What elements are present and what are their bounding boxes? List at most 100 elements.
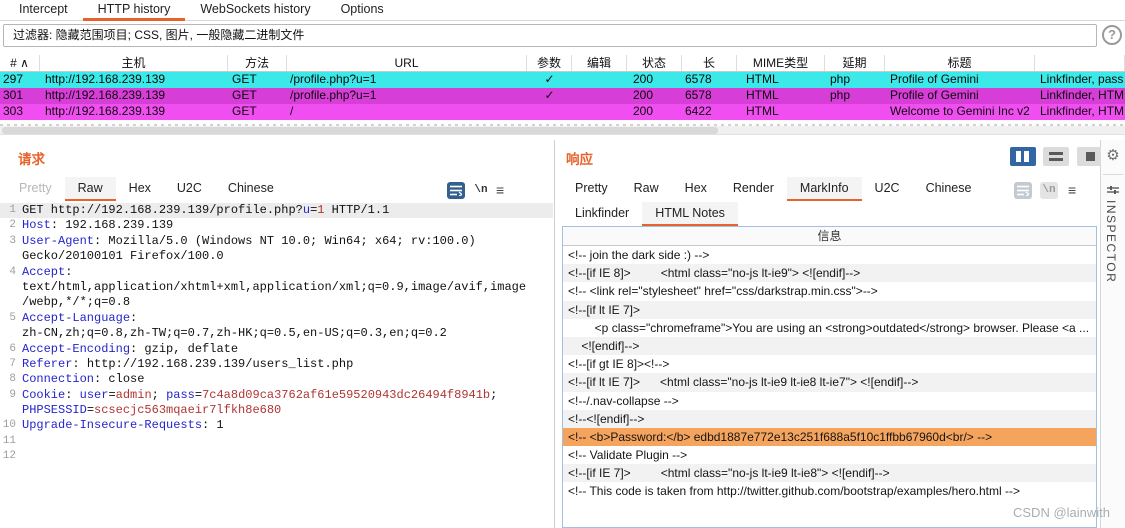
line-text: text/html,application/xhtml+xml,applicat… (22, 279, 527, 294)
request-line: 4 Accept: (0, 265, 553, 280)
layout-side-by-side-button[interactable] (1010, 147, 1036, 166)
history-horizontal-scrollbar[interactable] (0, 126, 1125, 135)
request-menu-icon[interactable]: ≡ (496, 182, 504, 199)
cell-params: ✓ (544, 88, 555, 102)
wrap-lines-icon-disabled[interactable] (1014, 182, 1032, 199)
cell-ext: php (830, 72, 851, 86)
response-tab-markinfo[interactable]: MarkInfo (786, 177, 862, 201)
html-comment-row[interactable]: <![endif]--> (563, 336, 1096, 356)
line-text: User-Agent: Mozilla/5.0 (Windows NT 10.0… (22, 233, 476, 248)
cell-params: ✓ (544, 72, 555, 86)
table-row[interactable]: 297 http://192.168.239.139 GET/profile.php… (0, 72, 1125, 88)
cell-params (527, 104, 572, 120)
line-number: 6 (9, 342, 16, 355)
request-tab-bar: Pretty Raw Hex U2C Chinese (6, 177, 287, 201)
html-notes-table: 信息 <!-- join the dark side :) --> <!--[if… (562, 226, 1097, 528)
cell-title: Profile of Gemini (890, 88, 979, 102)
cell-method: GET (232, 72, 257, 86)
html-comment-row[interactable]: <!--[if gt IE 8]><!--> (563, 355, 1096, 373)
request-tab-pretty[interactable]: Pretty (6, 177, 65, 201)
line-number: 4 (9, 265, 16, 278)
response-tab-chinese[interactable]: Chinese (913, 177, 985, 201)
html-comment-row[interactable]: <!--[if lt IE 7]> <html class="no-js lt-… (563, 373, 1096, 392)
tab-intercept[interactable]: Intercept (4, 0, 83, 21)
column-header-长[interactable]: 长 (682, 55, 737, 71)
line-number: 5 (9, 311, 16, 324)
cell-id: 303 (3, 104, 24, 118)
html-comment-row[interactable]: <!-- <link rel="stylesheet" href="css/da… (563, 282, 1096, 300)
line-text: zh-CN,zh;q=0.8,zh-TW;q=0.7,zh-HK;q=0.5,e… (22, 326, 447, 341)
tab-options[interactable]: Options (326, 0, 399, 21)
request-line: Gecko/20100101 Firefox/100.0 (0, 249, 553, 264)
html-comment-row[interactable]: <!--[if IE 8]> <html class="no-js lt-ie9… (563, 264, 1096, 283)
collapse-panel-icon[interactable] (1106, 182, 1120, 200)
info-column-header[interactable]: 信息 (563, 227, 1096, 246)
column-header-主机[interactable]: 主机 (40, 55, 228, 71)
response-tab-hex[interactable]: Hex (672, 177, 720, 201)
request-line: 8 Connection: close (0, 372, 553, 387)
html-comment-row[interactable]: <!--<![endif]--> (563, 409, 1096, 428)
html-comment-row[interactable]: <!--/.nav-collapse --> (563, 392, 1096, 410)
cell-method: GET (232, 88, 257, 102)
request-editor[interactable]: 1 GET http://192.168.239.139/profile.php?… (0, 203, 553, 528)
wrap-lines-icon[interactable] (447, 182, 465, 199)
cell-comment: Linkfinder, HTM (1040, 104, 1125, 118)
line-number: 7 (9, 357, 16, 370)
tab-websockets-history[interactable]: WebSockets history (185, 0, 325, 21)
request-tab-chinese[interactable]: Chinese (215, 177, 287, 201)
line-text: Accept-Language: (22, 310, 138, 325)
help-icon[interactable]: ? (1102, 25, 1122, 45)
layout-single-button[interactable] (1076, 147, 1103, 166)
response-panel-title: 响应 (566, 152, 593, 167)
response-tab-u2c[interactable]: U2C (862, 177, 913, 201)
column-header-参数[interactable]: 参数 (527, 55, 572, 71)
line-number: 3 (9, 234, 16, 247)
gear-icon[interactable]: ⚙ (1101, 146, 1125, 164)
html-comment-row[interactable]: <p class="chromeframe">You are using an … (563, 319, 1096, 337)
tab-http-history[interactable]: HTTP history (82, 0, 186, 21)
response-subtab-html-notes[interactable]: HTML Notes (642, 202, 738, 226)
column-header-标题[interactable]: 标题 (885, 55, 1035, 71)
html-comment-row[interactable]: <!--[if IE 7]> <html class="no-js lt-ie9… (563, 464, 1096, 483)
html-comment-row[interactable]: <!--[if lt IE 7]> (563, 300, 1096, 319)
newline-toggle-icon[interactable]: \n (471, 182, 491, 199)
column-header-编辑[interactable]: 编辑 (572, 55, 627, 71)
response-subtab-linkfinder[interactable]: Linkfinder (562, 202, 642, 226)
request-response-divider[interactable] (554, 140, 555, 528)
password-comment-row[interactable]: <!-- <b>Password:</b> edbd1887e772e13c25… (563, 427, 1096, 447)
cell-url: /profile.php?u=1 (290, 88, 377, 102)
html-comment-row[interactable]: <!-- Validate Plugin --> (563, 446, 1096, 464)
column-header-comment[interactable] (1035, 55, 1125, 71)
table-row[interactable]: 301 http://192.168.239.139 GET/profile.php… (0, 88, 1125, 104)
newline-toggle-icon-disabled[interactable]: \n (1040, 182, 1058, 199)
request-line: 11 (0, 434, 553, 449)
column-header-方法[interactable]: 方法 (228, 55, 287, 71)
html-comment-row[interactable]: <!-- join the dark side :) --> (563, 246, 1096, 264)
scrollbar-thumb[interactable] (2, 127, 718, 134)
column-header-# ∧[interactable]: # ∧ (0, 55, 40, 71)
view-layout-buttons (1007, 147, 1103, 166)
response-menu-icon[interactable]: ≡ (1068, 182, 1076, 199)
column-header-状态[interactable]: 状态 (627, 55, 682, 71)
inspector-tab[interactable]: INSPECTOR (1104, 200, 1118, 283)
column-header-URL[interactable]: URL (287, 55, 527, 71)
cell-ext: php (830, 88, 851, 102)
cell-title: Profile of Gemini (890, 72, 979, 86)
column-header-MIME类型[interactable]: MIME类型 (737, 55, 825, 71)
line-text (16, 449, 22, 463)
line-text: GET http://192.168.239.139/profile.php?u… (22, 203, 390, 217)
html-comment-row[interactable]: <!-- This code is taken from http://twit… (563, 482, 1096, 500)
response-tab-pretty[interactable]: Pretty (562, 177, 621, 201)
response-tab-render[interactable]: Render (720, 177, 787, 201)
response-tab-raw[interactable]: Raw (621, 177, 672, 201)
cell-url: / (290, 104, 294, 118)
layout-stacked-button[interactable] (1043, 147, 1070, 166)
response-tab-bar: Pretty Raw Hex Render MarkInfo U2C Chinese (562, 177, 984, 201)
request-tab-u2c[interactable]: U2C (164, 177, 215, 201)
column-header-延期[interactable]: 延期 (825, 55, 885, 71)
history-filter-bar[interactable]: 过滤器: 隐藏范围项目; CSS, 图片, 一般隐藏二进制文件 (3, 24, 1097, 47)
table-row[interactable]: 303 http://192.168.239.139 GET / 200 6422 HTML… (0, 104, 1125, 120)
request-tab-hex[interactable]: Hex (116, 177, 164, 201)
line-text: Host: 192.168.239.139 (22, 218, 174, 233)
request-tab-raw[interactable]: Raw (64, 177, 116, 201)
